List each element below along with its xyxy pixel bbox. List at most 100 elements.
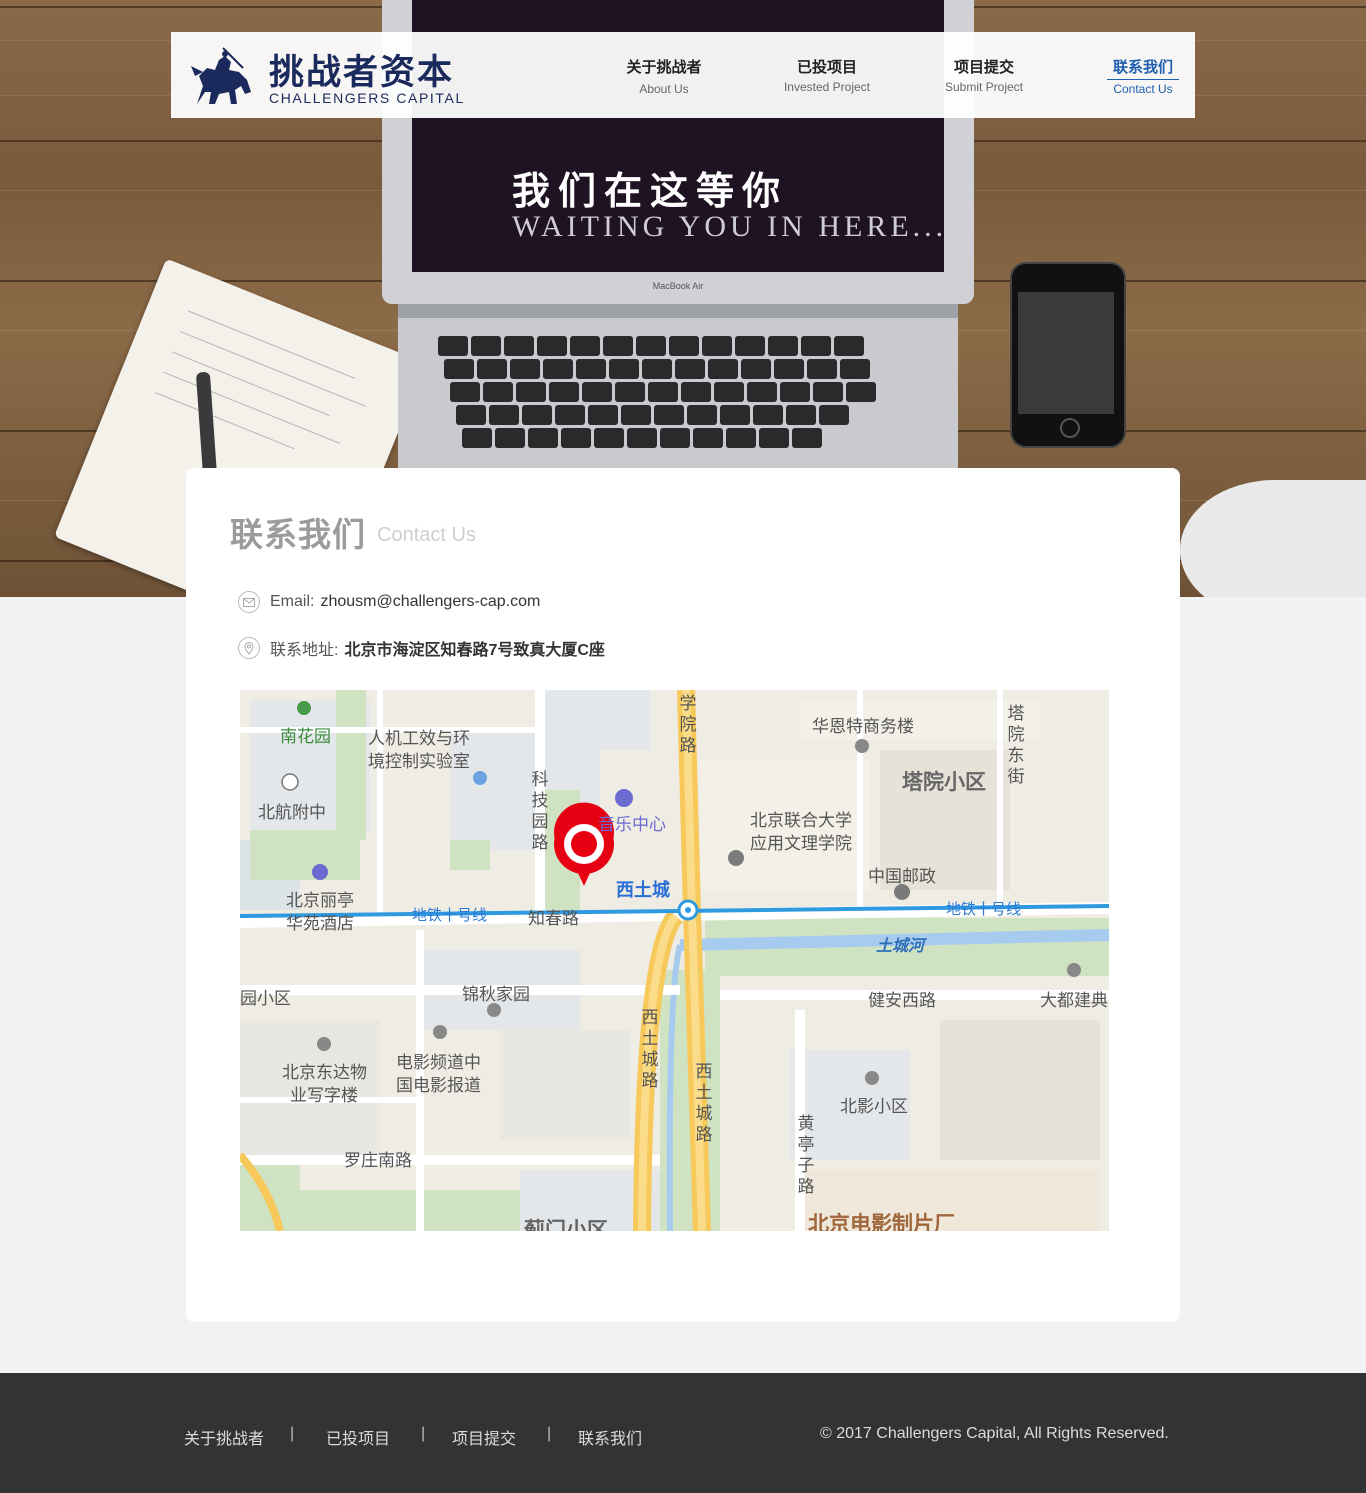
map-label: 地铁十号线 — [412, 906, 488, 924]
keyboard-key — [594, 428, 624, 448]
keyboard-key — [510, 359, 540, 379]
keyboard-key — [489, 405, 519, 425]
map-label: 华苑酒店 — [286, 914, 354, 934]
hero-title-cn: 我们在这等你 — [512, 168, 789, 213]
keyboard-key — [702, 336, 732, 356]
footer-link-contact[interactable]: 联系我们 — [578, 1425, 642, 1449]
copyright-text: © 2017 Challengers Capital, All Rights R… — [820, 1425, 1169, 1442]
nav-item-contact[interactable]: 联系我们 Contact Us — [1107, 56, 1179, 96]
laptop-keyboard — [438, 330, 918, 480]
coffee-cup-image — [1180, 480, 1366, 597]
map-label: 蓟门小区 — [524, 1218, 608, 1231]
footer-link-submit[interactable]: 项目提交 — [452, 1425, 516, 1449]
keyboard-key — [528, 428, 558, 448]
nav-item-about[interactable]: 关于挑战者 About Us — [619, 56, 709, 96]
map-label: 学院路 — [679, 694, 697, 756]
contact-address-row: 联系地址: 北京市海淀区知春路7号致真大厦C座 — [238, 636, 605, 660]
footer-separator: | — [290, 1425, 295, 1442]
map-label: 西土城 — [616, 880, 670, 901]
keyboard-key — [840, 359, 870, 379]
map-label: 北京丽亭 — [286, 891, 354, 911]
location-pin-icon — [238, 637, 260, 659]
logo-name-cn[interactable]: 挑战者资本 — [269, 44, 454, 95]
map-label: 西土城路 — [641, 1008, 659, 1091]
keyboard-key — [753, 405, 783, 425]
keyboard-key — [456, 405, 486, 425]
section-title-en: Contact Us — [377, 524, 476, 546]
mail-icon — [238, 591, 260, 613]
map-label: 黄亭子路 — [797, 1114, 815, 1197]
contact-email-row: Email: zhousm@challengers-cap.com — [238, 590, 540, 614]
map-label: 科技园路 — [531, 770, 549, 853]
location-map[interactable]: 南花园 人机工效与环 境控制实验室 北航附中 科技园路 学院路 华恩特商务楼 塔… — [240, 690, 1109, 1231]
keyboard-key — [693, 428, 723, 448]
nav-label-cn: 项目提交 — [953, 59, 1014, 76]
map-label: 大都建典 — [1040, 991, 1108, 1011]
email-value[interactable]: zhousm@challengers-cap.com — [320, 593, 540, 611]
nav-label-en: Invested Project — [783, 80, 871, 94]
map-label: 知春路 — [528, 909, 579, 929]
keyboard-key — [582, 382, 612, 402]
keyboard-key — [807, 359, 837, 379]
map-label: 电影频道中 — [396, 1053, 481, 1073]
keyboard-key — [642, 359, 672, 379]
section-title-cn: 联系我们 — [230, 516, 366, 553]
nav-label-en: Contact Us — [1113, 82, 1173, 96]
email-label: Email: — [270, 593, 315, 610]
keyboard-key — [444, 359, 474, 379]
keyboard-key — [687, 405, 717, 425]
keyboard-key — [792, 428, 822, 448]
map-label: 罗庄南路 — [344, 1151, 412, 1171]
keyboard-key — [714, 382, 744, 402]
phone-home-button — [1060, 418, 1080, 438]
keyboard-key — [819, 405, 849, 425]
keyboard-key — [576, 359, 606, 379]
map-label: 人机工效与环 — [368, 729, 470, 749]
map-label: 北京电影制片厂 — [808, 1212, 955, 1231]
keyboard-key — [636, 336, 666, 356]
map-label: 塔院东街 — [1007, 704, 1025, 787]
keyboard-key — [570, 336, 600, 356]
phone-screen — [1018, 292, 1114, 414]
keyboard-key — [561, 428, 591, 448]
knight-logo-icon[interactable] — [189, 46, 259, 108]
map-label: 业写字楼 — [290, 1086, 358, 1106]
map-label: 中国邮政 — [868, 867, 936, 887]
map-label: 北航附中 — [258, 803, 326, 823]
keyboard-key — [516, 382, 546, 402]
logo-name-en[interactable]: CHALLENGERS CAPITAL — [269, 90, 465, 106]
keyboard-key — [813, 382, 843, 402]
laptop-hinge — [398, 304, 958, 318]
keyboard-key — [780, 382, 810, 402]
map-label: 应用文理学院 — [750, 834, 852, 854]
keyboard-key — [471, 336, 501, 356]
map-label: 南花园 — [280, 727, 331, 747]
keyboard-key — [477, 359, 507, 379]
nav-item-submit[interactable]: 项目提交 Submit Project — [937, 56, 1031, 94]
keyboard-key — [483, 382, 513, 402]
keyboard-key — [609, 359, 639, 379]
keyboard-key — [462, 428, 492, 448]
keyboard-key — [768, 336, 798, 356]
keyboard-key — [537, 336, 567, 356]
keyboard-key — [801, 336, 831, 356]
nav-item-invested[interactable]: 已投项目 Invested Project — [774, 56, 880, 94]
map-label: 地铁十号线 — [946, 900, 1022, 918]
map-label: 境控制实验室 — [368, 752, 470, 772]
keyboard-key — [846, 382, 876, 402]
map-label: 园小区 — [240, 989, 291, 1009]
map-label: 华恩特商务楼 — [812, 717, 914, 737]
keyboard-key — [774, 359, 804, 379]
footer-separator: | — [421, 1425, 426, 1442]
map-label: 健安西路 — [868, 991, 936, 1011]
footer-link-about[interactable]: 关于挑战者 — [184, 1425, 264, 1449]
hero-title-en: WAITING YOU IN HERE... — [512, 210, 948, 243]
map-label: 塔院小区 — [902, 770, 986, 794]
footer-link-invested[interactable]: 已投项目 — [326, 1425, 390, 1449]
laptop-brand-text: MacBook Air — [652, 281, 704, 291]
nav-label-en: About Us — [639, 82, 689, 96]
nav-label-en: Submit Project — [944, 80, 1024, 94]
map-label: 国电影报道 — [396, 1076, 481, 1096]
nav-label-cn: 联系我们 — [1107, 56, 1179, 80]
address-label: 联系地址: — [270, 642, 339, 659]
